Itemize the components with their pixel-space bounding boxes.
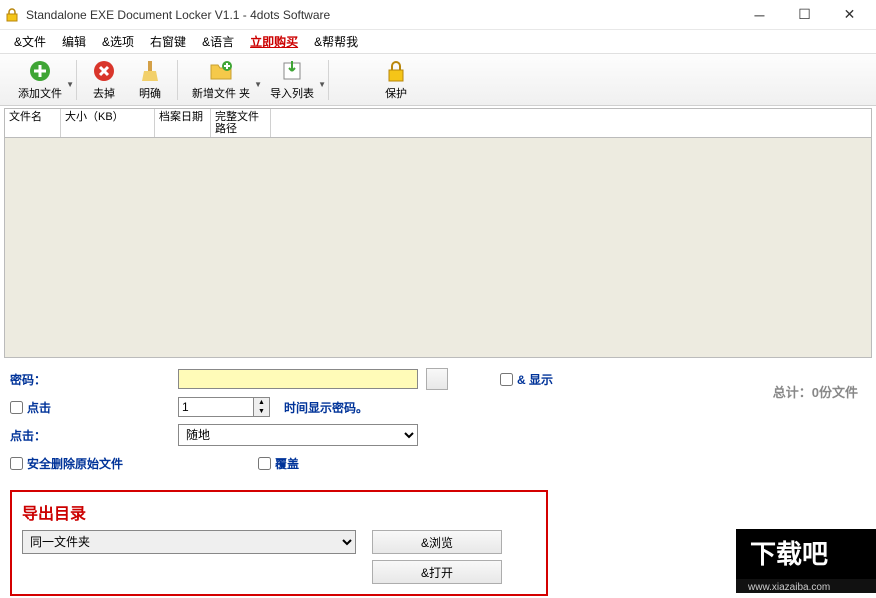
password-input[interactable] (178, 369, 418, 389)
import-list-label: 导入列表 (270, 85, 314, 101)
password-tool-button[interactable] (426, 368, 448, 390)
menu-options[interactable]: &选项 (94, 30, 142, 53)
open-button[interactable]: &打开 (372, 560, 502, 584)
export-directory-box: 导出目录 同一文件夹 &浏览 &打开 (10, 490, 548, 596)
click-label: 点击 (27, 399, 51, 416)
toolbar-separator (76, 60, 77, 100)
import-icon (279, 58, 305, 84)
add-file-label: 添加文件 (18, 85, 62, 101)
clear-label: 明确 (139, 85, 161, 101)
dropdown-arrow-icon: ▼ (66, 80, 74, 89)
new-folder-button[interactable]: 新增文件 夹 ▼ (182, 56, 260, 103)
window-title: Standalone EXE Document Locker V1.1 - 4d… (26, 8, 737, 22)
show-checkbox-input[interactable] (500, 373, 513, 386)
toolbar: 添加文件 ▼ 去掉 明确 新增文件 夹 ▼ 导入列表 ▼ 保护 (0, 54, 876, 106)
spin-control[interactable]: ▲▼ (178, 397, 270, 417)
watermark-text: 下载吧 (750, 539, 828, 569)
spin-arrows[interactable]: ▲▼ (254, 397, 270, 417)
overwrite-input[interactable] (258, 457, 271, 470)
close-button[interactable]: ✕ (827, 1, 872, 29)
click-checkbox[interactable]: 点击 (10, 399, 178, 416)
add-file-button[interactable]: 添加文件 ▼ (8, 56, 72, 103)
export-folder-select[interactable]: 同一文件夹 (22, 530, 356, 554)
time-show-label: 时间显示密码。 (284, 399, 368, 416)
dropdown-arrow-icon: ▼ (318, 80, 326, 89)
file-list-header: 文件名 大小（KB） 档案日期 完整文件路径 (4, 108, 872, 138)
click-label-2: 点击： (10, 427, 178, 444)
column-size[interactable]: 大小（KB） (61, 109, 155, 137)
column-date[interactable]: 档案日期 (155, 109, 211, 137)
column-path[interactable]: 完整文件路径 (211, 109, 271, 137)
app-icon (4, 7, 20, 23)
plus-circle-icon (27, 58, 53, 84)
toolbar-separator (177, 60, 178, 100)
menubar: &文件 编辑 &选项 右窗键 &语言 立即购买 &帮帮我 (0, 30, 876, 54)
export-title: 导出目录 (22, 500, 536, 524)
overwrite-label: 覆盖 (275, 455, 299, 472)
secure-delete-checkbox[interactable]: 安全删除原始文件 (10, 455, 258, 472)
watermark: 下载吧 www.xiazaiba.com (736, 529, 876, 598)
watermark-url: www.xiazaiba.com (747, 582, 830, 593)
menu-file[interactable]: &文件 (6, 30, 54, 53)
new-folder-label: 新增文件 夹 (192, 85, 250, 101)
form-area: 密码： & 显示 总计：0份文件 点击 ▲▼ 时间显示密码。 点击： 随地 安全… (0, 358, 876, 484)
titlebar: Standalone EXE Document Locker V1.1 - 4d… (0, 0, 876, 30)
maximize-button[interactable]: ☐ (782, 1, 827, 29)
menu-help[interactable]: &帮帮我 (306, 30, 366, 53)
protect-label: 保护 (385, 85, 407, 101)
window-controls: ─ ☐ ✕ (737, 1, 872, 29)
browse-button[interactable]: &浏览 (372, 530, 502, 554)
spin-input[interactable] (178, 397, 254, 417)
remove-button[interactable]: 去掉 (81, 56, 127, 103)
lock-icon (383, 58, 409, 84)
password-label: 密码： (10, 371, 178, 388)
position-select[interactable]: 随地 (178, 424, 418, 446)
menu-buy-now[interactable]: 立即购买 (242, 30, 306, 53)
folder-plus-icon (208, 58, 234, 84)
total-files-label: 总计：0份文件 (773, 382, 858, 401)
menu-language[interactable]: &语言 (194, 30, 242, 53)
protect-button[interactable]: 保护 (373, 56, 419, 103)
menu-edit[interactable]: 编辑 (54, 30, 94, 53)
remove-label: 去掉 (93, 85, 115, 101)
click-checkbox-input[interactable] (10, 401, 23, 414)
minimize-button[interactable]: ─ (737, 1, 782, 29)
clear-button[interactable]: 明确 (127, 56, 173, 103)
show-password-checkbox[interactable]: & 显示 (500, 371, 553, 388)
secure-delete-input[interactable] (10, 457, 23, 470)
file-list-body[interactable] (4, 138, 872, 358)
overwrite-checkbox[interactable]: 覆盖 (258, 455, 299, 472)
menu-rightkey[interactable]: 右窗键 (142, 30, 194, 53)
show-label: & 显示 (517, 371, 553, 388)
broom-icon (137, 58, 163, 84)
secure-delete-label: 安全删除原始文件 (27, 455, 123, 472)
column-filename[interactable]: 文件名 (5, 109, 61, 137)
remove-circle-icon (91, 58, 117, 84)
toolbar-separator (328, 60, 329, 100)
import-list-button[interactable]: 导入列表 ▼ (260, 56, 324, 103)
